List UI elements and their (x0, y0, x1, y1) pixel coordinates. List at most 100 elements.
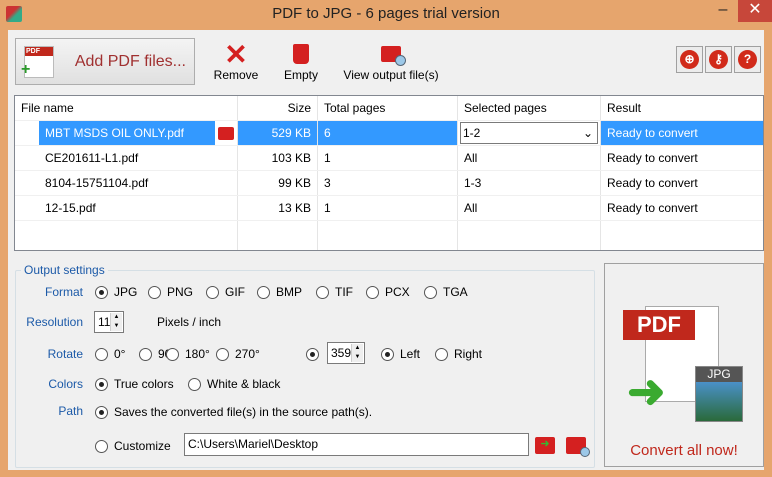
true-colors-label: True colors (114, 377, 174, 391)
resolution-spinner[interactable]: 110 ▲ ▼ (94, 311, 124, 333)
customize-label: Customize (114, 439, 171, 453)
format-pcx-label: PCX (385, 285, 410, 299)
radio-icon (95, 440, 108, 454)
rotate-spinner[interactable]: 359 ▲ ▼ (327, 342, 365, 364)
selected-pages[interactable]: All (458, 196, 601, 220)
remove-button[interactable]: ✕ Remove (210, 38, 262, 83)
radio-icon (166, 348, 179, 362)
app-icon (6, 6, 22, 22)
path-customize[interactable]: Customize (95, 438, 171, 454)
format-gif[interactable]: GIF (206, 284, 245, 300)
rotate-value: 359 (331, 346, 352, 360)
format-pcx[interactable]: PCX (366, 284, 410, 300)
radio-icon (95, 286, 108, 300)
col-total-pages[interactable]: Total pages (318, 96, 458, 120)
remove-x-icon: ✕ (224, 38, 248, 70)
col-file-name[interactable]: File name (15, 96, 238, 120)
path-source[interactable]: Saves the converted file(s) in the sourc… (95, 404, 372, 420)
path-input[interactable]: C:\Users\Mariel\Desktop (184, 433, 529, 456)
register-button[interactable]: ⚷ (705, 46, 732, 73)
view-output-label: View output file(s) (343, 68, 439, 82)
rotate-custom[interactable] (306, 346, 325, 362)
radio-icon (206, 286, 219, 300)
add-pdf-files-button[interactable]: PDF + Add PDF files... (15, 38, 195, 85)
help-button[interactable]: ? (734, 46, 761, 73)
pdf-badge: PDF (623, 310, 695, 340)
title-bar: PDF to JPG - 6 pages trial version (0, 0, 772, 30)
radio-icon (424, 286, 437, 300)
resolution-unit: Pixels / inch (157, 315, 222, 329)
selected-pages-dropdown[interactable]: 1-2 ⌄ (458, 121, 601, 145)
file-size: 99 KB (238, 171, 318, 195)
empty-label: Empty (283, 68, 318, 82)
green-arrow-icon: ➜ (627, 365, 666, 417)
radio-icon (435, 348, 448, 362)
file-size: 529 KB (238, 121, 318, 145)
view-output-button[interactable]: View output file(s) (338, 40, 444, 82)
empty-button[interactable]: Empty (278, 40, 324, 82)
table-row[interactable]: MBT MSDS OIL ONLY.pdf 529 KB 6 1-2 ⌄ Read… (15, 120, 763, 145)
radio-icon (95, 348, 108, 362)
rotate-right-label: Right (454, 347, 483, 361)
selected-pages[interactable]: All (458, 146, 601, 170)
rotate-180-label: 180° (185, 347, 210, 361)
browse-folder-icon[interactable]: ➜ (535, 437, 555, 454)
globe-icon: ⊕ (680, 50, 699, 69)
file-name: 8104-15751104.pdf (15, 171, 238, 195)
table-row[interactable]: 8104-15751104.pdf 99 KB 3 1-3 Ready to c… (15, 170, 763, 195)
file-name: 12-15.pdf (15, 196, 238, 220)
colors-label: Colors (48, 377, 83, 391)
file-name: CE201611-L1.pdf (15, 146, 238, 170)
format-jpg-label: JPG (114, 285, 138, 299)
convert-all-button[interactable]: PDF JPG ➜ Convert all now! (604, 263, 764, 467)
format-label: Format (44, 285, 83, 299)
format-png[interactable]: PNG (148, 284, 193, 300)
format-bmp[interactable]: BMP (257, 284, 302, 300)
rotate-0[interactable]: 0° (95, 346, 125, 362)
minimize-button[interactable]: – (708, 0, 738, 22)
rotate-270[interactable]: 270° (216, 346, 260, 362)
radio-icon (216, 348, 229, 362)
rotate-right[interactable]: Right (435, 346, 482, 362)
rotate-180[interactable]: 180° (166, 346, 210, 362)
open-folder-icon[interactable] (215, 121, 237, 145)
col-size[interactable]: Size (238, 96, 318, 120)
result: Ready to convert (607, 151, 698, 165)
selected-pages[interactable]: 1-3 (458, 171, 601, 195)
radio-icon (148, 286, 161, 300)
total-pages: 3 (318, 171, 458, 195)
radio-icon (306, 348, 319, 362)
radio-icon (139, 348, 152, 362)
open-output-folder-icon[interactable] (566, 437, 590, 457)
format-png-label: PNG (167, 285, 194, 299)
radio-icon (257, 286, 270, 300)
chevron-down-icon: ⌄ (582, 126, 593, 140)
path-value: C:\Users\Mariel\Desktop (188, 437, 319, 451)
colors-bw[interactable]: White & black (188, 376, 280, 392)
col-result[interactable]: Result (601, 96, 763, 120)
window-title: PDF to JPG - 6 pages trial version (272, 5, 500, 22)
web-button[interactable]: ⊕ (676, 46, 703, 73)
format-tif[interactable]: TIF (316, 284, 353, 300)
resolution-label: Resolution (26, 315, 83, 329)
spinner-arrows-icon[interactable]: ▲ ▼ (110, 313, 122, 331)
bw-label: White & black (207, 377, 281, 391)
file-table[interactable]: File name Size Total pages Selected page… (14, 95, 764, 251)
format-tga[interactable]: TGA (424, 284, 468, 300)
close-button[interactable]: ✕ (738, 0, 772, 22)
rotate-left[interactable]: Left (381, 346, 420, 362)
table-row[interactable]: CE201611-L1.pdf 103 KB 1 All Ready to co… (15, 145, 763, 170)
convert-all-label: Convert all now! (630, 442, 738, 459)
jpg-image-icon: JPG (695, 366, 743, 422)
spinner-arrows-icon[interactable]: ▲ ▼ (351, 344, 363, 362)
result: Ready to convert (607, 201, 698, 215)
rotate-270-label: 270° (235, 347, 260, 361)
table-row[interactable]: 12-15.pdf 13 KB 1 All Ready to convert (15, 195, 763, 220)
format-bmp-label: BMP (276, 285, 303, 299)
result: Ready to convert (607, 176, 698, 190)
col-selected-pages[interactable]: Selected pages (458, 96, 601, 120)
file-size: 103 KB (238, 146, 318, 170)
colors-true[interactable]: True colors (95, 376, 174, 392)
rotate-left-label: Left (400, 347, 421, 361)
format-jpg[interactable]: JPG (95, 284, 137, 300)
